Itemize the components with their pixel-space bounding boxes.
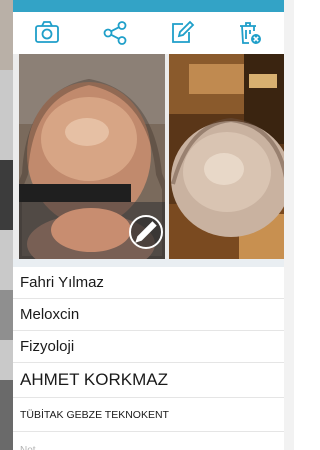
- photo-2[interactable]: [169, 54, 284, 259]
- section-divider: [13, 259, 284, 267]
- patient-name-field[interactable]: Fahri Yılmaz: [13, 267, 284, 299]
- card-toolbar: [13, 12, 284, 54]
- photo-gallery: [13, 54, 284, 259]
- department-field[interactable]: Fizyoloji: [13, 331, 284, 363]
- camera-icon: [34, 21, 59, 43]
- record-card: Fahri Yılmaz Meloxcin Fizyoloji AHMET KO…: [13, 0, 284, 450]
- delete-icon: [240, 22, 262, 44]
- note-field[interactable]: Not: [13, 432, 284, 450]
- pencil-icon: [135, 221, 157, 243]
- share-button[interactable]: [98, 16, 132, 50]
- crown-photo-image: [169, 54, 284, 259]
- edit-button[interactable]: [165, 16, 199, 50]
- edit-photo-button[interactable]: [129, 215, 163, 249]
- delete-button[interactable]: [233, 16, 267, 50]
- person-field[interactable]: AHMET KORKMAZ: [13, 363, 284, 398]
- card-header-strip: [13, 0, 284, 12]
- record-fields: Fahri Yılmaz Meloxcin Fizyoloji AHMET KO…: [13, 267, 284, 450]
- background-left-edge: [0, 0, 13, 450]
- share-icon: [103, 21, 127, 45]
- photo-1[interactable]: [19, 54, 165, 259]
- organization-field[interactable]: TÜBİTAK GEBZE TEKNOKENT: [13, 398, 284, 432]
- camera-button[interactable]: [30, 16, 64, 50]
- background-right-edge: [284, 0, 294, 450]
- edit-icon: [172, 20, 195, 43]
- medication-field[interactable]: Meloxcin: [13, 299, 284, 331]
